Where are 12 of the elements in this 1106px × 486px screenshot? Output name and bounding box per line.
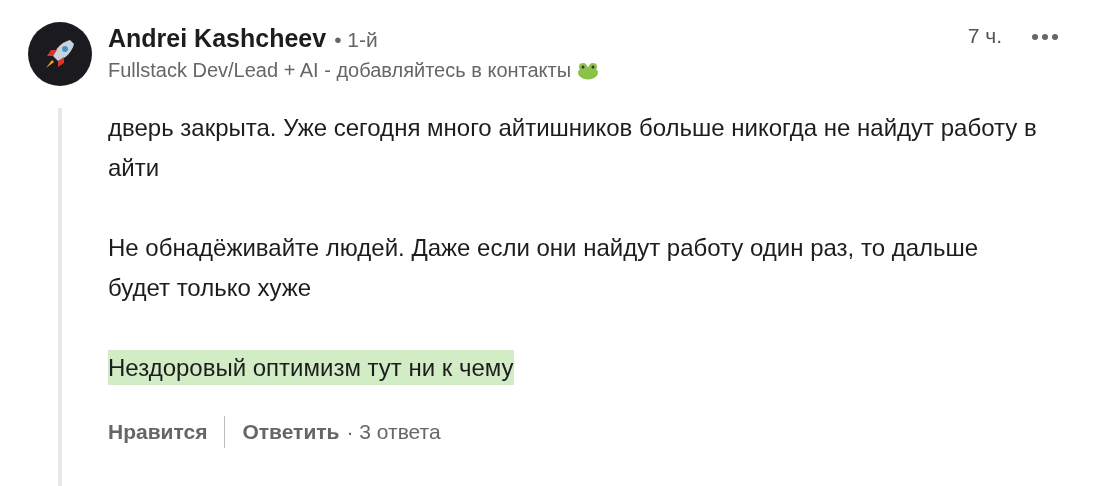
connection-degree: • 1-й: [334, 28, 378, 52]
like-button[interactable]: Нравится: [108, 420, 208, 444]
author-headline: Fullstack Dev/Lead + AI - добавляйтесь в контакты: [108, 59, 572, 82]
replies-count[interactable]: · 3 ответа: [346, 420, 441, 444]
author-name[interactable]: Andrei Kashcheev: [108, 24, 327, 53]
frog-icon: [577, 61, 600, 80]
reply-button[interactable]: Ответить: [242, 420, 340, 444]
more-icon[interactable]: [1032, 34, 1058, 40]
highlighted-text: Нездоровый оптимизм тут ни к чему: [108, 350, 514, 385]
timestamp: 7 ч.: [967, 24, 1002, 48]
comment-text: дверь закрыта. Уже сегодня много айтишников больше никогда не найдут работу в айти: [108, 113, 1037, 183]
comment-text: Не обнадёживайте людей. Даже если они найдут работу один раз, то дальше будет только хуже: [108, 233, 979, 303]
